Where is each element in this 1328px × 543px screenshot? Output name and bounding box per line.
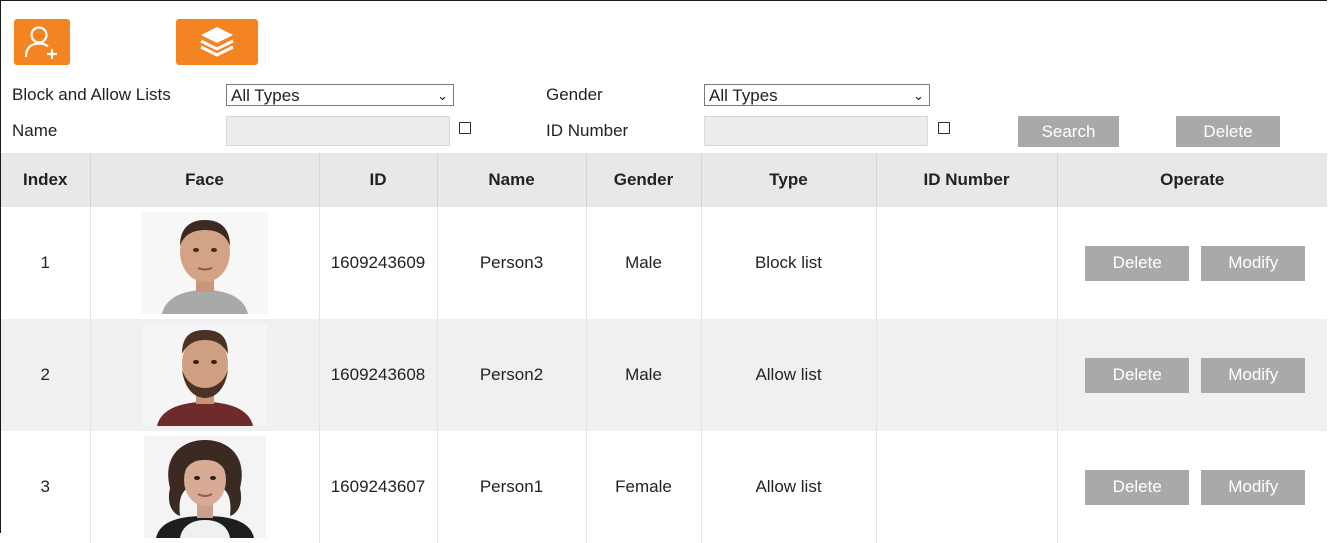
header-id[interactable]: ID [319, 153, 438, 207]
gender-cell: Male [586, 207, 702, 319]
list-type-label: Block and Allow Lists [12, 85, 171, 104]
import-layers-button[interactable] [176, 19, 258, 65]
header-type[interactable]: Type [701, 153, 877, 207]
id-number-cell [876, 207, 1058, 319]
type-cell: Allow list [701, 431, 877, 543]
row-modify-button[interactable]: Modify [1201, 357, 1306, 393]
gender-label: Gender [546, 85, 603, 104]
row-delete-button[interactable]: Delete [1085, 245, 1190, 281]
chevron-down-icon: ⌄ [913, 88, 924, 103]
name-cell: Person2 [437, 319, 587, 431]
face-photo [143, 436, 266, 538]
face-cell [90, 207, 320, 319]
list-type-select[interactable]: All Types ⌄ [226, 84, 454, 106]
add-person-button[interactable] [14, 19, 70, 65]
header-face[interactable]: Face [90, 153, 320, 207]
chevron-down-icon: ⌄ [437, 88, 448, 103]
face-photo [141, 212, 268, 314]
index-cell: 1 [1, 207, 91, 319]
table-header-row: Index Face ID Name Gender Type ID Number… [1, 153, 1327, 207]
name-checkbox[interactable] [459, 122, 471, 134]
layers-icon [200, 27, 234, 57]
table-row: 3 1609243607 Person1 Female Allow list D… [1, 431, 1327, 543]
header-gender[interactable]: Gender [586, 153, 702, 207]
gender-select[interactable]: All Types ⌄ [704, 84, 930, 106]
face-cell [90, 431, 320, 543]
id-number-checkbox[interactable] [938, 122, 950, 134]
gender-cell: Male [586, 319, 702, 431]
index-cell: 3 [1, 431, 91, 543]
name-label: Name [12, 121, 58, 140]
operate-cell: Delete Modify [1057, 207, 1327, 319]
add-person-icon [24, 26, 57, 59]
header-index[interactable]: Index [1, 153, 91, 207]
gender-cell: Female [586, 431, 702, 543]
row-delete-button[interactable]: Delete [1085, 469, 1190, 505]
id-cell: 1609243609 [319, 207, 438, 319]
type-cell: Allow list [701, 319, 877, 431]
table-row: 1 1609243609 Person3 Male Block list Del… [1, 207, 1327, 319]
row-modify-button[interactable]: Modify [1201, 469, 1306, 505]
operate-cell: Delete Modify [1057, 319, 1327, 431]
list-type-value: All Types [231, 86, 300, 105]
id-cell: 1609243607 [319, 431, 438, 543]
delete-all-button[interactable]: Delete [1176, 116, 1280, 147]
id-number-cell [876, 319, 1058, 431]
search-button[interactable]: Search [1018, 116, 1119, 147]
header-id-number[interactable]: ID Number [876, 153, 1058, 207]
type-cell: Block list [701, 207, 877, 319]
name-cell: Person1 [437, 431, 587, 543]
id-number-cell [876, 431, 1058, 543]
id-number-label: ID Number [546, 121, 629, 140]
name-input[interactable] [226, 116, 450, 146]
face-photo [142, 324, 267, 426]
id-number-input[interactable] [704, 116, 928, 146]
gender-value: All Types [709, 86, 778, 105]
face-cell [90, 319, 320, 431]
id-cell: 1609243608 [319, 319, 438, 431]
row-delete-button[interactable]: Delete [1085, 357, 1190, 393]
header-operate: Operate [1057, 153, 1327, 207]
operate-cell: Delete Modify [1057, 431, 1327, 543]
header-name[interactable]: Name [437, 153, 587, 207]
name-cell: Person3 [437, 207, 587, 319]
index-cell: 2 [1, 319, 91, 431]
person-table: Index Face ID Name Gender Type ID Number… [1, 153, 1327, 543]
table-row: 2 1609243608 Person2 Male Allow list Del… [1, 319, 1327, 431]
row-modify-button[interactable]: Modify [1201, 245, 1306, 281]
